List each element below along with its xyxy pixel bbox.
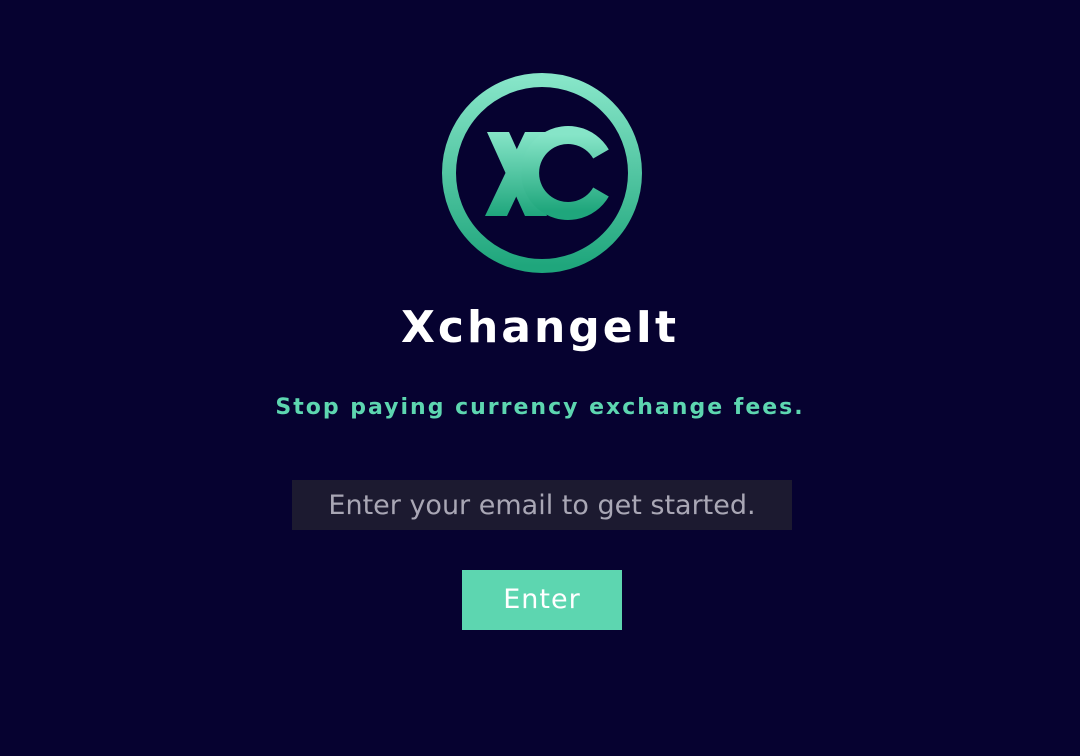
xc-logo-icon bbox=[441, 72, 643, 274]
brand-title: XchangeIt bbox=[400, 302, 680, 353]
tagline: Stop paying currency exchange fees. bbox=[275, 395, 805, 420]
enter-button[interactable]: Enter bbox=[462, 570, 622, 630]
email-input[interactable] bbox=[292, 480, 792, 530]
landing-page: XchangeIt Stop paying currency exchange … bbox=[0, 0, 1080, 756]
